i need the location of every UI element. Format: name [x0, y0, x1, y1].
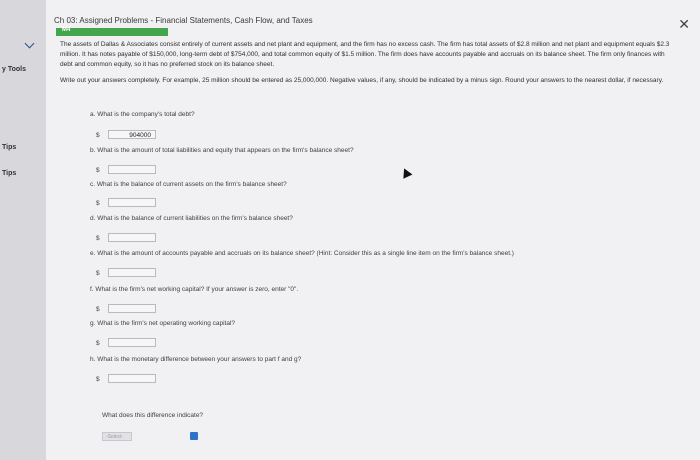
answer-input-g[interactable]: [108, 338, 156, 347]
question-e: e. What is the amount of accounts payabl…: [90, 250, 514, 257]
question-c: c. What is the balance of current assets…: [90, 181, 287, 188]
panel-header: Ch 03: Assigned Problems - Financial Sta…: [46, 8, 700, 33]
question-b: b. What is the amount of total liabiliti…: [90, 147, 354, 154]
window-title: Ch 03: Assigned Problems - Financial Sta…: [54, 16, 313, 25]
chevron-down-icon[interactable]: [24, 38, 35, 49]
problem-content: The assets of Dallas & Associates consis…: [60, 40, 676, 92]
question-g: g. What is the firm's net operating work…: [90, 320, 236, 327]
difference-select[interactable]: -Select-: [102, 432, 132, 441]
currency-symbol: $: [96, 235, 100, 242]
answer-input-b[interactable]: [108, 165, 156, 174]
currency-symbol: $: [96, 167, 100, 174]
question-f: f. What is the firm's net working capita…: [90, 286, 299, 293]
close-icon[interactable]: ✕: [678, 16, 690, 33]
currency-symbol: $: [96, 200, 100, 207]
followup-question: What does this difference indicate?: [102, 412, 204, 419]
tab-label: M4: [62, 27, 71, 33]
currency-symbol: $: [96, 376, 100, 383]
question-h: h. What is the monetary difference betwe…: [90, 356, 302, 363]
rail-item-tools[interactable]: y Tools: [2, 66, 26, 73]
currency-symbol: $: [96, 132, 100, 139]
answer-input-e[interactable]: [108, 268, 156, 277]
answer-input-d[interactable]: [108, 233, 156, 242]
answer-input-a[interactable]: 904000: [108, 130, 156, 139]
answer-input-h[interactable]: [108, 374, 156, 383]
currency-symbol: $: [96, 270, 100, 277]
question-a: a. What is the company's total debt?: [90, 111, 195, 118]
rail-item-tips-1[interactable]: Tips: [2, 144, 16, 151]
dropdown-icon[interactable]: [190, 432, 198, 440]
assignment-panel: Ch 03: Assigned Problems - Financial Sta…: [46, 0, 700, 460]
rail-item-tips-2[interactable]: Tips: [2, 170, 16, 177]
intro-text: The assets of Dallas & Associates consis…: [60, 41, 670, 69]
currency-symbol: $: [96, 306, 100, 313]
answer-input-c[interactable]: [108, 198, 156, 207]
left-rail: y Tools Tips Tips: [0, 0, 46, 460]
question-d: d. What is the balance of current liabil…: [90, 215, 293, 222]
currency-symbol: $: [96, 340, 100, 347]
problem-tab[interactable]: M4: [56, 27, 168, 36]
instructions-text: Write out your answers completely. For e…: [60, 77, 664, 85]
answer-input-f[interactable]: [108, 304, 156, 313]
